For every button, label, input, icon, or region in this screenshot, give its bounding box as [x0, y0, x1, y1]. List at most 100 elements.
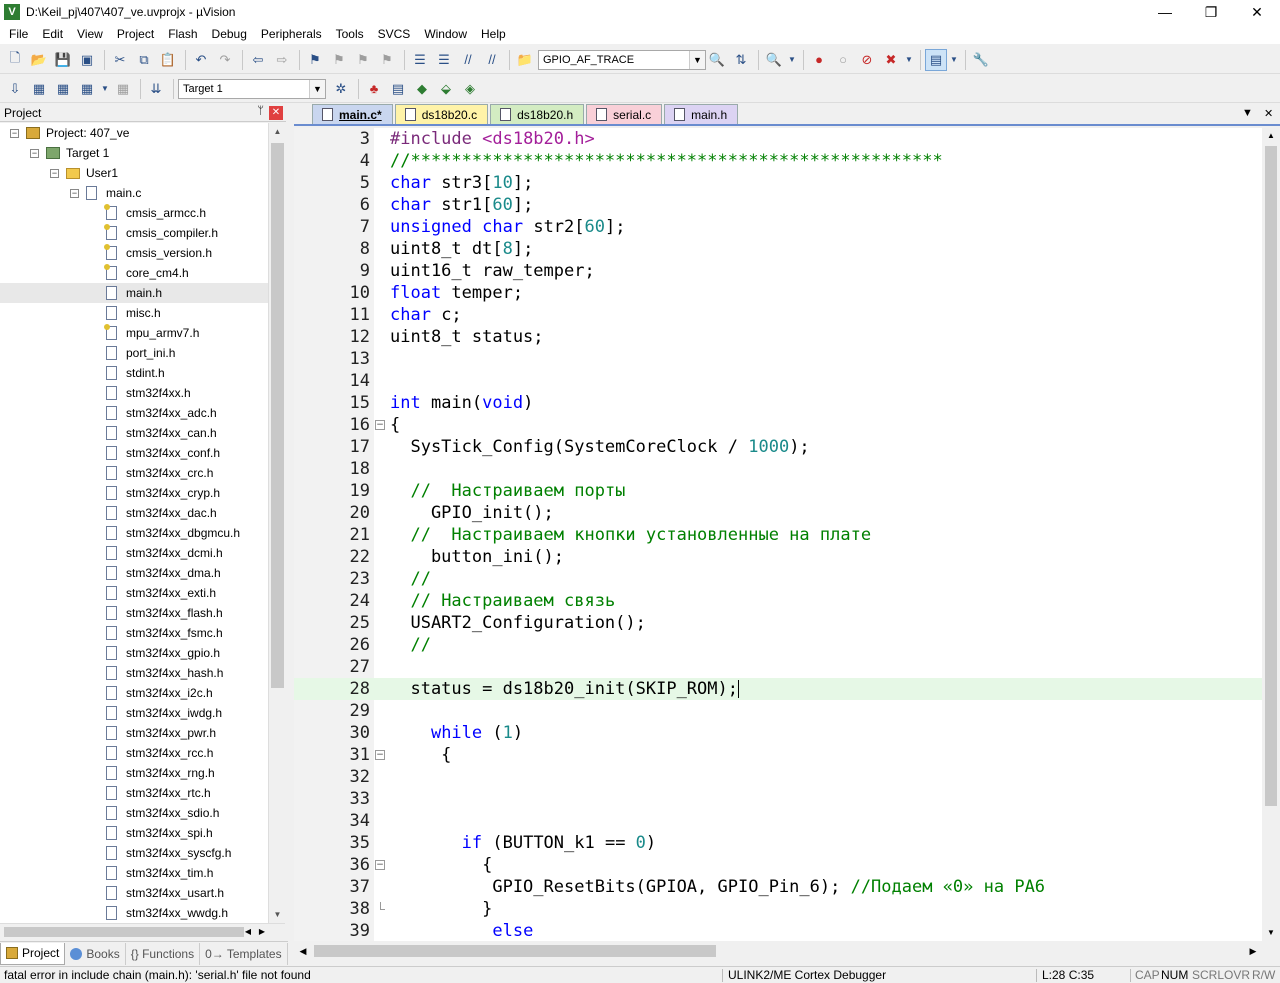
tree-item-misc-h[interactable]: misc.h [0, 303, 268, 323]
tree-item-stm32f4xx-syscfg-h[interactable]: stm32f4xx_syscfg.h [0, 843, 268, 863]
tree-item-stm32f4xx-wwdg-h[interactable]: stm32f4xx_wwdg.h [0, 903, 268, 923]
menu-flash[interactable]: Flash [161, 24, 204, 44]
code-line[interactable]: 16−{ [294, 414, 1262, 436]
code-line[interactable]: 31− { [294, 744, 1262, 766]
prev-bookmark-icon[interactable]: ⚑ [328, 49, 350, 71]
tree-item-port-ini-h[interactable]: port_ini.h [0, 343, 268, 363]
tree-item-stm32f4xx-gpio-h[interactable]: stm32f4xx_gpio.h [0, 643, 268, 663]
scrollbar-thumb[interactable] [314, 945, 716, 957]
chevron-down-icon[interactable]: ▼ [100, 78, 110, 100]
indent-icon[interactable]: ☰ [409, 49, 431, 71]
code-line[interactable]: 33 [294, 788, 1262, 810]
menu-view[interactable]: View [70, 24, 110, 44]
collapse-toggle-icon[interactable]: − [30, 149, 39, 158]
kill-all-breakpoints-icon[interactable]: ✖ [880, 49, 902, 71]
scroll-right-arrow-icon[interactable]: ▶ [255, 924, 269, 940]
tree-item-stm32f4xx-rcc-h[interactable]: stm32f4xx_rcc.h [0, 743, 268, 763]
paste-icon[interactable]: 📋 [157, 49, 179, 71]
scrollbar-thumb[interactable] [4, 927, 244, 937]
tree-item-cmsis-version-h[interactable]: cmsis_version.h [0, 243, 268, 263]
scroll-left-arrow-icon[interactable]: ◀ [241, 924, 255, 940]
tree-item-stm32f4xx-adc-h[interactable]: stm32f4xx_adc.h [0, 403, 268, 423]
next-bookmark-icon[interactable]: ⚑ [352, 49, 374, 71]
window-layout-icon[interactable]: ▤ [925, 48, 947, 71]
code-line[interactable]: 34 [294, 810, 1262, 832]
disable-all-breakpoints-icon[interactable]: ⊘ [856, 49, 878, 71]
editor-horizontal-scrollbar[interactable]: ◀ ▶ [294, 941, 1262, 961]
bookmark-icon[interactable]: ⚑ [304, 49, 326, 71]
build-icon[interactable]: ▦ [28, 78, 50, 100]
navigate-back-icon[interactable]: ⇦ [247, 49, 269, 71]
undo-icon[interactable]: ↶ [190, 49, 212, 71]
clear-bookmarks-icon[interactable]: ⚑ [376, 49, 398, 71]
tree-item-stm32f4xx-can-h[interactable]: stm32f4xx_can.h [0, 423, 268, 443]
tree-item-cmsis-armcc-h[interactable]: cmsis_armcc.h [0, 203, 268, 223]
tab-functions[interactable]: {} Functions [126, 942, 201, 965]
tree-item-cmsis-compiler-h[interactable]: cmsis_compiler.h [0, 223, 268, 243]
code-line[interactable]: 36− { [294, 854, 1262, 876]
menu-help[interactable]: Help [474, 24, 513, 44]
code-line[interactable]: 3 #include <ds18b20.h> [294, 128, 1262, 150]
code-line[interactable]: 38 } [294, 898, 1262, 920]
menu-debug[interactable]: Debug [205, 24, 254, 44]
tree-item-stm32f4xx-dac-h[interactable]: stm32f4xx_dac.h [0, 503, 268, 523]
menu-svcs[interactable]: SVCS [371, 24, 418, 44]
code-line[interactable]: 13 [294, 348, 1262, 370]
scrollbar-thumb[interactable] [1265, 146, 1277, 806]
chevron-down-icon[interactable]: ▼ [949, 49, 959, 71]
comment-icon[interactable]: // [457, 49, 479, 71]
tree-item-stm32f4xx-i2c-h[interactable]: stm32f4xx_i2c.h [0, 683, 268, 703]
code-line[interactable]: 10 float temper; [294, 282, 1262, 304]
code-line[interactable]: 9 uint16_t raw_temper; [294, 260, 1262, 282]
cut-icon[interactable]: ✂ [109, 49, 131, 71]
save-icon[interactable]: 💾 [52, 49, 74, 71]
tree-item-stm32f4xx-flash-h[interactable]: stm32f4xx_flash.h [0, 603, 268, 623]
find-in-files-icon[interactable]: 📁 [514, 49, 536, 71]
chevron-down-icon[interactable]: ▼ [787, 49, 797, 71]
code-line[interactable]: 28 status = ds18b20_init(SKIP_ROM); [294, 678, 1262, 700]
close-pane-icon[interactable]: ✕ [269, 106, 283, 120]
code-line[interactable]: 35 if (BUTTON_k1 == 0) [294, 832, 1262, 854]
collapse-toggle-icon[interactable]: − [10, 129, 19, 138]
code-line[interactable]: 22 button_ini(); [294, 546, 1262, 568]
scroll-right-arrow-icon[interactable]: ▶ [1244, 941, 1262, 961]
fold-toggle-icon[interactable]: − [375, 420, 385, 430]
tree-item-stm32f4xx-fsmc-h[interactable]: stm32f4xx_fsmc.h [0, 623, 268, 643]
menu-peripherals[interactable]: Peripherals [254, 24, 329, 44]
code-line[interactable]: 21 // Настраиваем кнопки установленные н… [294, 524, 1262, 546]
tree-item-stm32f4xx-hash-h[interactable]: stm32f4xx_hash.h [0, 663, 268, 683]
tree-item-user1[interactable]: − User1 [0, 163, 268, 183]
tree-item-stm32f4xx-conf-h[interactable]: stm32f4xx_conf.h [0, 443, 268, 463]
tree-item-stm32f4xx-tim-h[interactable]: stm32f4xx_tim.h [0, 863, 268, 883]
tree-item-main-c[interactable]: − main.c [0, 183, 268, 203]
open-file-icon[interactable]: 📂 [28, 49, 50, 71]
code-line[interactable]: 19 // Настраиваем порты [294, 480, 1262, 502]
code-line[interactable]: 29 [294, 700, 1262, 722]
fold-toggle-icon[interactable]: − [375, 860, 385, 870]
multi-project-icon[interactable]: ▤ [387, 78, 409, 100]
project-tree-horizontal-scrollbar[interactable]: ◀ ▶ [0, 923, 285, 939]
tree-item-target-1[interactable]: − Target 1 [0, 143, 268, 163]
tree-item-stm32f4xx-pwr-h[interactable]: stm32f4xx_pwr.h [0, 723, 268, 743]
copy-icon[interactable]: ⧉ [133, 49, 155, 71]
menu-project[interactable]: Project [110, 24, 161, 44]
tree-item-stm32f4xx-exti-h[interactable]: stm32f4xx_exti.h [0, 583, 268, 603]
menu-file[interactable]: File [2, 24, 35, 44]
scroll-down-arrow-icon[interactable]: ▼ [1262, 925, 1280, 941]
close-button[interactable]: ✕ [1234, 0, 1280, 24]
tab-books[interactable]: Books [65, 942, 126, 965]
code-line[interactable]: 23 // [294, 568, 1262, 590]
unindent-icon[interactable]: ☰ [433, 49, 455, 71]
tree-item-stm32f4xx-spi-h[interactable]: stm32f4xx_spi.h [0, 823, 268, 843]
tree-item-stm32f4xx-sdio-h[interactable]: stm32f4xx_sdio.h [0, 803, 268, 823]
code-line[interactable]: 32 [294, 766, 1262, 788]
tree-item-project-407-ve[interactable]: − Project: 407_ve [0, 123, 268, 143]
tree-item-stm32f4xx-usart-h[interactable]: stm32f4xx_usart.h [0, 883, 268, 903]
tree-item-stm32f4xx-dcmi-h[interactable]: stm32f4xx_dcmi.h [0, 543, 268, 563]
chevron-down-icon[interactable]: ▼ [689, 50, 705, 69]
code-line[interactable]: 17 SysTick_Config(SystemCoreClock / 1000… [294, 436, 1262, 458]
tree-item-stm32f4xx-rng-h[interactable]: stm32f4xx_rng.h [0, 763, 268, 783]
menu-window[interactable]: Window [417, 24, 474, 44]
scrollbar-thumb[interactable] [271, 143, 284, 688]
code-line[interactable]: 7 unsigned char str2[60]; [294, 216, 1262, 238]
